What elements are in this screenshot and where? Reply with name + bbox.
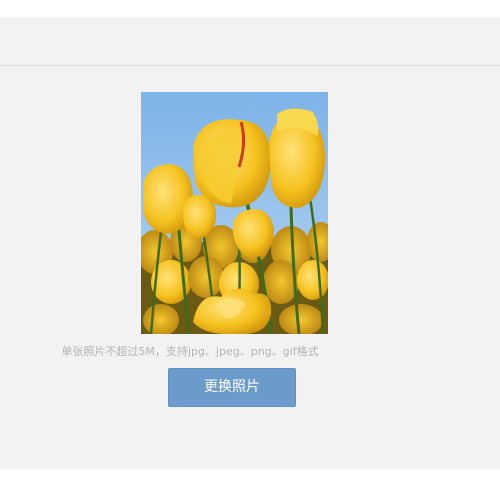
photo-upload-panel: 单张照片不超过5M，支持jpg、jpeg、png、gif格式 更换照片 (0, 17, 500, 469)
top-bar (0, 0, 500, 17)
change-photo-button[interactable]: 更换照片 (168, 368, 296, 407)
photo-preview (141, 92, 328, 334)
upload-hint-text: 单张照片不超过5M，支持jpg、jpeg、png、gif格式 (61, 345, 319, 358)
panel-header (0, 17, 500, 66)
bottom-bar (0, 469, 500, 498)
